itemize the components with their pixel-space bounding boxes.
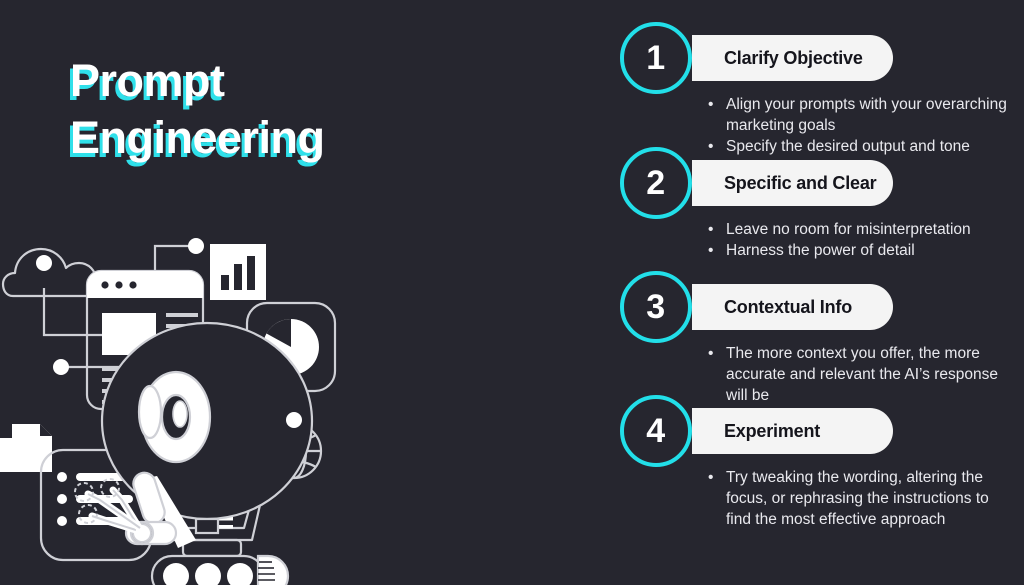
step-number-badge-1: 1 [620,22,692,94]
step-number-badge-4: 4 [620,395,692,467]
step-pill-4: Experiment [692,408,893,454]
bullet-item: Try tweaking the wording, altering the f… [708,467,1018,530]
folder-icon [0,424,52,472]
step-number-text-3: 3 [646,288,666,326]
step-pill-1: Clarify Objective [692,35,893,81]
infographic-canvas: Prompt Engineering 1 Clarify Objective •… [0,0,1024,585]
step-bullets-4: Try tweaking the wording, altering the f… [708,467,1018,530]
bullet-item: Leave no room for misinterpretation [708,219,1008,240]
step-header-3: 3 Contextual Info [612,271,1012,345]
ai-robot-data-illustration [0,228,340,585]
step-title-4: Experiment [724,420,821,441]
bar-chart-icon [210,244,266,300]
step-number-badge-3: 3 [620,271,692,343]
step-number-text-1: 1 [646,39,666,77]
step-header-1: 1 Clarify Objective [612,22,1012,96]
step-number-text-4: 4 [646,412,666,450]
step-item-4: 4 Experiment Try tweaking the wording, a… [612,395,1012,530]
step-number-text-2: 2 [646,164,666,202]
page-title-line-2: Engineering [70,112,325,163]
step-item-3: 3 Contextual Info The more context you o… [612,271,1012,406]
page-title: Prompt Engineering [70,52,550,166]
step-title-1: Clarify Objective [724,47,863,68]
robot-head [100,321,314,535]
step-title-3: Contextual Info [724,296,852,317]
steps-list: 1 Clarify Objective Align your prompts w… [612,22,1012,582]
bullet-item: Harness the power of detail [708,240,1008,261]
step-header-4: 4 Experiment [612,395,1012,469]
page-title-line-1: Prompt [70,55,225,106]
step-bullets-2: Leave no room for misinterpretation Harn… [708,219,1008,261]
step-item-2: 2 Specific and Clear Leave no room for m… [612,147,1012,261]
step-pill-3: Contextual Info [692,284,893,330]
step-item-1: 1 Clarify Objective Align your prompts w… [612,22,1012,157]
robot-tracks [150,554,290,585]
step-pill-2: Specific and Clear [692,160,893,206]
step-number-badge-2: 2 [620,147,692,219]
step-header-2: 2 Specific and Clear [612,147,1012,221]
bullet-item: Align your prompts with your overarching… [708,94,1008,136]
step-title-2: Specific and Clear [724,172,877,193]
